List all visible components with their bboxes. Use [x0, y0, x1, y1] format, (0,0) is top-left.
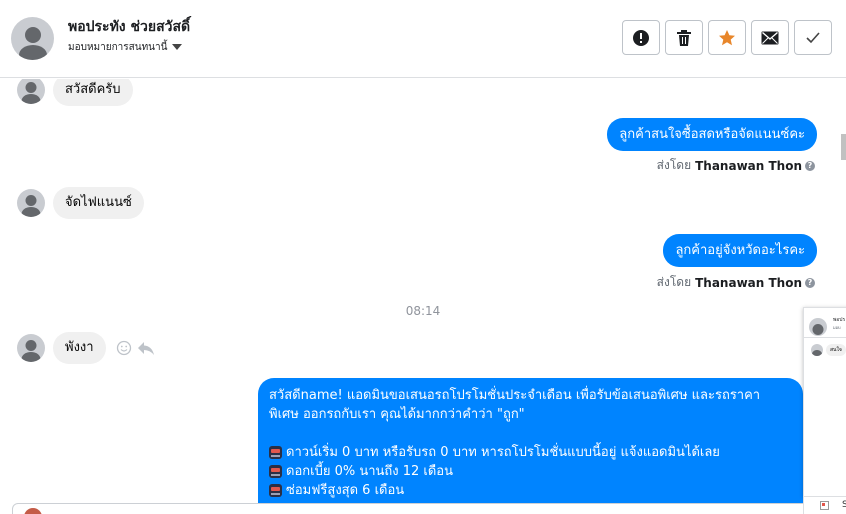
star-button[interactable]	[708, 20, 746, 55]
mini-message-bubble: สนใจ	[826, 344, 846, 356]
message-composer[interactable]	[12, 503, 812, 514]
contact-name[interactable]: พอประทัง ช่วยสวัสดิ์	[68, 16, 190, 38]
sent-by-label: ส่งโดย Thanawan Thon ?	[657, 156, 815, 175]
promo-line: พิเศษ ออกรถกับเรา คุณได้มากกว่าคำว่า "ถู…	[269, 407, 525, 422]
promo-bullet: ดาวน์เริ่ม 0 บาท หรือรับรถ 0 บาท หารถโปร…	[269, 443, 792, 462]
mark-done-button[interactable]	[794, 20, 832, 55]
mini-title: พอปร	[833, 317, 846, 323]
taskbar-strip: S	[803, 497, 846, 514]
envelope-icon	[761, 31, 779, 44]
taskbar-label: S	[842, 500, 846, 510]
car-emoji-icon	[269, 465, 282, 478]
promo-bullet-text: ดอกเบี้ย 0% นานถึง 12 เดือน	[286, 464, 454, 479]
car-emoji-icon	[269, 446, 282, 459]
message-list[interactable]: สวัสดีครับ ลูกค้าสนใจซื้อสดหรือจัดแนนซ์ค…	[0, 79, 846, 514]
message-actions	[116, 340, 155, 356]
spam-button[interactable]	[622, 20, 660, 55]
message-bubble[interactable]: สวัสดีครับ	[53, 79, 133, 106]
incoming-message: พังงา	[17, 332, 155, 364]
promo-bullet-text: ดาวน์เริ่ม 0 บาท หรือรับรถ 0 บาท หารถโปร…	[286, 445, 720, 460]
reply-icon[interactable]	[137, 340, 155, 356]
message-bubble[interactable]: จัดไฟแนนซ์	[53, 187, 144, 219]
messenger-conversation-panel: พอประทัง ช่วยสวัสดิ์ มอบหมายการสนทนานี้	[0, 0, 846, 514]
sender-avatar[interactable]	[17, 334, 45, 362]
incoming-message: สวัสดีครับ	[17, 79, 133, 106]
promo-bullet: ซ่อมฟรีสูงสุด 6 เดือน	[269, 481, 792, 500]
scrollbar-thumb[interactable]	[841, 134, 846, 160]
star-icon	[719, 29, 735, 45]
promotion-message-bubble[interactable]: สวัสดีname! แอดมินขอเสนอรถโปรโมชั่นประจำ…	[258, 378, 803, 514]
mini-chat-popup[interactable]: พอปร มอบ สนใจ	[803, 307, 846, 497]
divider	[804, 337, 846, 338]
mini-avatar	[809, 318, 827, 336]
mark-unread-button[interactable]	[751, 20, 789, 55]
message-bubble[interactable]: พังงา	[53, 332, 106, 364]
assign-label: มอบหมายการสนทนานี้	[68, 42, 168, 53]
help-icon[interactable]: ?	[805, 277, 815, 288]
sent-by-prefix: ส่งโดย	[656, 275, 692, 289]
promo-line: สวัสดีname! แอดมินขอเสนอรถโปรโมชั่นประจำ…	[269, 388, 761, 403]
mini-sender-avatar	[811, 344, 823, 356]
sender-avatar[interactable]	[17, 189, 45, 217]
incoming-message: จัดไฟแนนซ์	[17, 187, 144, 219]
sent-by-prefix: ส่งโดย	[656, 158, 692, 172]
help-icon[interactable]: ?	[805, 160, 815, 171]
checkmark-icon	[806, 31, 820, 43]
user-avatar	[24, 508, 42, 514]
mini-subtitle: มอบ	[833, 325, 841, 330]
contact-avatar[interactable]	[11, 17, 54, 60]
promo-bullet: ดอกเบี้ย 0% นานถึง 12 เดือน	[269, 462, 792, 481]
app-icon[interactable]	[820, 501, 829, 510]
promo-bullet-text: ซ่อมฟรีสูงสุด 6 เดือน	[286, 483, 405, 498]
assign-conversation-dropdown[interactable]: มอบหมายการสนทนานี้	[68, 40, 183, 55]
trash-icon	[677, 29, 691, 46]
conversation-header: พอประทัง ช่วยสวัสดิ์ มอบหมายการสนทนานี้	[0, 0, 846, 78]
caret-down-icon	[172, 44, 183, 50]
sent-by-name[interactable]: Thanawan Thon	[695, 276, 802, 290]
timestamp-divider: 08:14	[405, 304, 441, 318]
smiley-icon[interactable]	[116, 340, 132, 356]
outgoing-message-bubble[interactable]: ลูกค้าสนใจซื้อสดหรือจัดแนนซ์คะ	[607, 118, 817, 151]
sent-by-name[interactable]: Thanawan Thon	[695, 159, 802, 173]
sent-by-label: ส่งโดย Thanawan Thon ?	[657, 273, 815, 292]
outgoing-message-bubble[interactable]: ลูกค้าอยู่จังหวัดอะไรคะ	[663, 234, 817, 267]
car-emoji-icon	[269, 484, 282, 497]
delete-button[interactable]	[665, 20, 703, 55]
exclamation-icon	[633, 29, 649, 46]
sender-avatar[interactable]	[17, 79, 45, 104]
